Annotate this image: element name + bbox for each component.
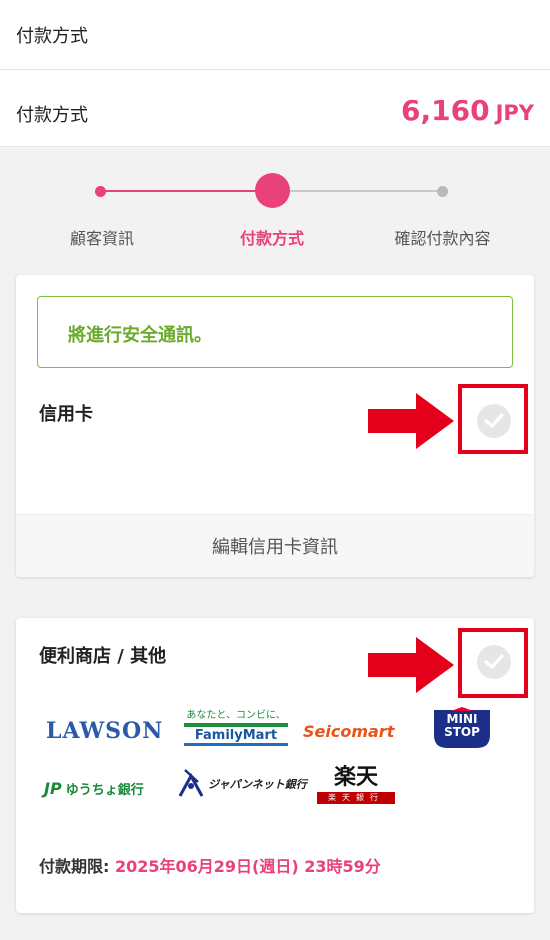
familymart-name: FamilyMart xyxy=(194,728,278,743)
step-label-customer-info: 顧客資訊 xyxy=(69,229,134,248)
ministop-logo: MINI STOP xyxy=(429,707,495,751)
edit-credit-card-label: 編輯信用卡資訊 xyxy=(212,537,338,558)
page-title: 付款方式 xyxy=(16,26,88,47)
deadline-label: 付款期限: xyxy=(39,857,115,876)
annotation-arrow-icon xyxy=(368,637,454,693)
deadline-value: 2025年06月29日(週日) 23時59分 xyxy=(114,857,381,876)
familymart-tagline: あなたと、コンビに、 xyxy=(186,710,286,721)
yucho-bank-name: ゆうちょ銀行 xyxy=(65,783,144,798)
secure-notice: 將進行安全通訊。 xyxy=(37,296,513,368)
lawson-logo: LAWSON xyxy=(46,718,164,744)
summary-label: 付款方式 xyxy=(16,105,88,126)
rakuten-wordmark: 楽天 xyxy=(334,766,378,790)
japannet-bird-icon xyxy=(178,769,204,797)
payment-deadline: 付款期限: 2025年06月29日(週日) 23時59分 xyxy=(39,853,381,877)
ministop-text: MINI STOP xyxy=(444,712,480,739)
edit-credit-card-button[interactable]: 編輯信用卡資訊 xyxy=(16,514,534,577)
amount-value: 6,160 xyxy=(401,94,490,127)
stepper-line-upcoming xyxy=(272,190,443,192)
page-header: 付款方式 xyxy=(0,0,550,70)
credit-card-option[interactable]: 將進行安全通訊。 信用卡 編輯信用卡資訊 xyxy=(16,275,534,577)
japan-post-mark-icon: JP xyxy=(44,779,62,798)
step-dot-confirm xyxy=(437,186,448,197)
secure-notice-text: 將進行安全通訊。 xyxy=(68,325,212,346)
step-label-payment-method: 付款方式 xyxy=(239,229,304,248)
rakuten-name: 楽天 xyxy=(333,765,378,790)
credit-card-title: 信用卡 xyxy=(39,404,93,425)
japannet-bank-name: ジャパンネット銀行 xyxy=(208,778,307,791)
annotation-arrow-icon xyxy=(368,393,454,449)
familymart-green-bar xyxy=(184,723,288,727)
credit-card-select-check-icon[interactable] xyxy=(477,404,511,438)
convenience-store-option[interactable]: 便利商店 / 其他 LAWSON あなたと、コンビに、 FamilyMart S… xyxy=(16,618,534,913)
convenience-store-select-check-icon[interactable] xyxy=(477,645,511,679)
stepper-line-completed xyxy=(100,190,272,192)
step-dot-customer-info xyxy=(95,186,106,197)
japannet-bank-logo: ジャパンネット銀行 xyxy=(176,766,307,802)
step-label-confirm: 確認付款內容 xyxy=(394,229,491,248)
rakuten-bank-bar: 楽天銀行 xyxy=(317,792,395,804)
yucho-bank-logo: JP ゆうちょ銀行 xyxy=(44,779,144,798)
rakuten-bank-logo: 楽天 楽天銀行 xyxy=(316,766,396,808)
convenience-store-title: 便利商店 / 其他 xyxy=(39,646,167,667)
amount-currency: JPY xyxy=(495,101,534,125)
familymart-blue-bar xyxy=(184,743,288,746)
total-amount: 6,160 JPY xyxy=(401,94,534,127)
familymart-logo: あなたと、コンビに、 FamilyMart xyxy=(184,706,288,750)
checkout-stepper: 顧客資訊 付款方式 確認付款內容 xyxy=(0,160,550,260)
step-dot-payment-method xyxy=(255,173,290,208)
payment-summary: 付款方式 6,160 JPY xyxy=(0,70,550,147)
seicomart-logo: Seicomart xyxy=(303,722,395,741)
